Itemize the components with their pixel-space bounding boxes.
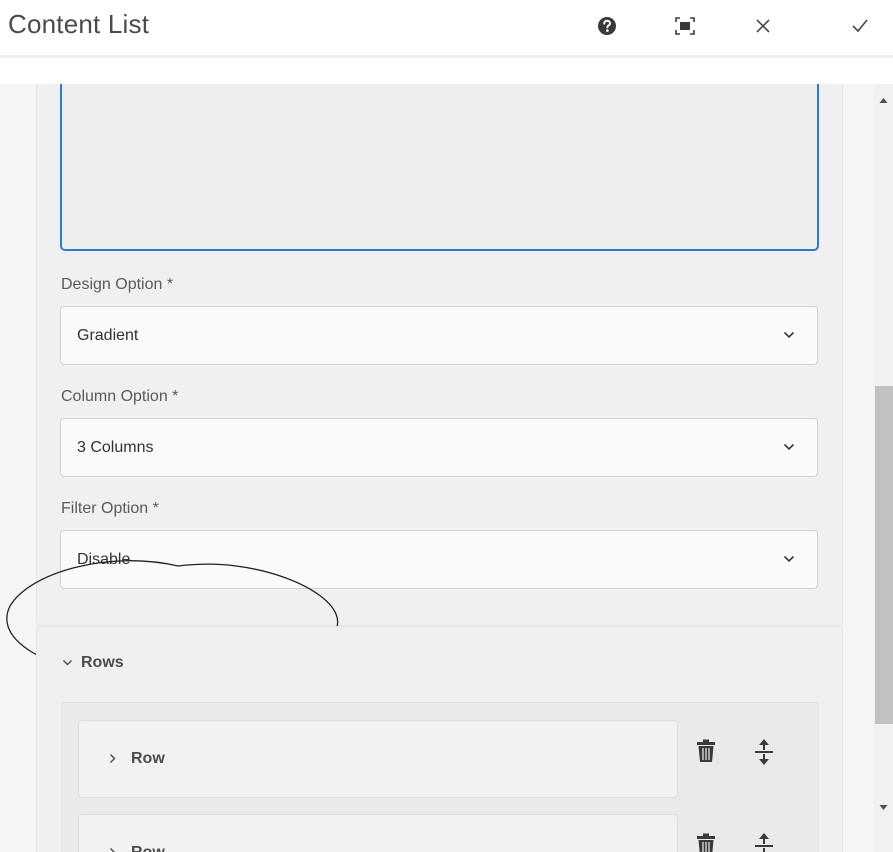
row-label: Row bbox=[131, 750, 165, 767]
close-button[interactable] bbox=[741, 6, 785, 46]
close-icon bbox=[756, 19, 770, 33]
filter-option-label: Filter Option * bbox=[61, 500, 159, 517]
reorder-row-handle[interactable] bbox=[754, 832, 774, 852]
row-item[interactable]: Row bbox=[78, 720, 678, 798]
chevron-down-icon bbox=[783, 555, 795, 563]
chevron-right-icon bbox=[110, 848, 115, 852]
reorder-icon bbox=[755, 739, 773, 765]
column-option-value: 3 Columns bbox=[77, 439, 154, 456]
design-option-value: Gradient bbox=[77, 327, 139, 344]
fullscreen-icon bbox=[675, 17, 695, 35]
help-button[interactable] bbox=[585, 6, 629, 46]
column-option-select[interactable]: 3 Columns bbox=[60, 418, 818, 477]
chevron-down-icon bbox=[783, 331, 795, 339]
scroll-down-button[interactable] bbox=[874, 800, 893, 814]
chevron-right-icon bbox=[110, 754, 116, 763]
delete-row-button[interactable] bbox=[695, 833, 717, 852]
trash-icon bbox=[697, 739, 715, 762]
chevron-down-icon bbox=[63, 660, 72, 666]
dialog-title: Content List bbox=[8, 9, 150, 39]
design-option-select[interactable]: Gradient bbox=[60, 306, 818, 365]
design-option-label: Design Option * bbox=[61, 276, 174, 293]
column-option-label: Column Option * bbox=[61, 388, 179, 405]
dialog-content: Design Option * Gradient Column Option *… bbox=[0, 84, 893, 852]
dialog: Content List Design Option * Gradient Co… bbox=[0, 0, 893, 852]
delete-row-button[interactable] bbox=[695, 739, 717, 768]
dialog-header: Content List bbox=[0, 0, 893, 58]
reorder-row-handle[interactable] bbox=[754, 738, 774, 771]
description-textarea[interactable] bbox=[60, 84, 819, 251]
arrow-down-icon bbox=[879, 805, 888, 810]
reorder-icon bbox=[755, 833, 773, 852]
scroll-up-button[interactable] bbox=[874, 94, 893, 108]
filter-option-select[interactable]: Disable bbox=[60, 530, 818, 589]
row-label: Row bbox=[131, 844, 165, 852]
checkmark-icon bbox=[852, 19, 868, 33]
trash-icon bbox=[697, 833, 715, 852]
row-item[interactable]: Row bbox=[78, 814, 678, 852]
filter-option-value: Disable bbox=[77, 551, 131, 568]
scrollbar-thumb[interactable] bbox=[875, 386, 893, 724]
fullscreen-button[interactable] bbox=[663, 6, 707, 46]
rows-label: Rows bbox=[81, 654, 124, 671]
arrow-up-icon bbox=[879, 98, 888, 103]
done-button[interactable] bbox=[838, 6, 882, 46]
rows-collapse-toggle[interactable]: Rows bbox=[62, 654, 124, 672]
help-circle-icon bbox=[598, 17, 616, 35]
chevron-down-icon bbox=[783, 443, 795, 451]
